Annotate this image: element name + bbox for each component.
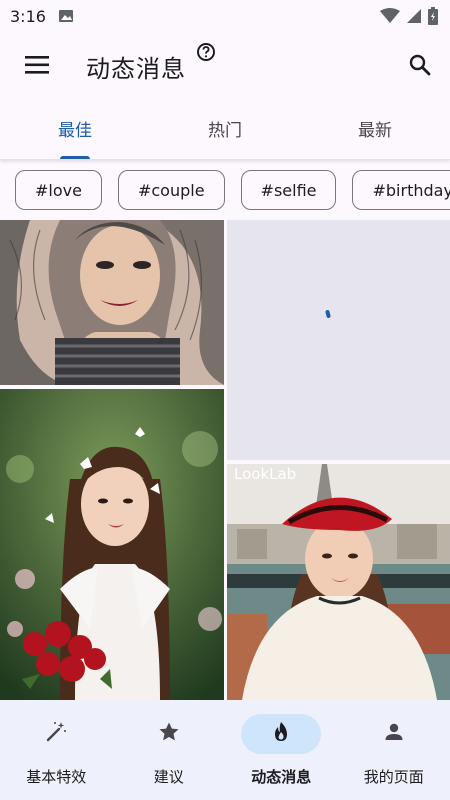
nav-basic-effects[interactable]: 基本特效 (0, 700, 113, 800)
nav-label: 基本特效 (26, 768, 87, 786)
nav-icon-container (16, 714, 96, 754)
chip-couple[interactable]: #couple (117, 170, 225, 210)
nav-label: 建议 (153, 768, 184, 786)
watermark-label: LookLab (234, 465, 297, 483)
nav-icon-container (354, 714, 434, 754)
nav-icon-container (129, 714, 209, 754)
page-title: 动态消息 (86, 55, 186, 83)
menu-icon[interactable] (22, 52, 52, 78)
nav-label: 动态消息 (251, 768, 312, 786)
bottom-navigation: 基本特效 建议 动态消息 我的页面 (0, 700, 450, 800)
help-icon[interactable] (196, 42, 216, 66)
status-bar: 3:16 (0, 0, 450, 32)
chip-love[interactable]: #love (15, 170, 102, 210)
magic-wand-icon (44, 720, 68, 748)
tab-latest[interactable]: 最新 (300, 98, 450, 159)
chip-birthday[interactable]: #birthday (352, 170, 450, 210)
feed-tabs: 最佳 热门 最新 (0, 98, 450, 160)
tab-label: 最佳 (58, 121, 92, 141)
feed-image-stylized-portrait[interactable] (0, 220, 224, 385)
signal-icon (406, 8, 422, 24)
star-icon (157, 720, 181, 748)
feed-image-loading[interactable] (227, 220, 450, 460)
status-time: 3:16 (10, 6, 46, 26)
wifi-icon (380, 8, 400, 24)
feed-image-roses-portrait[interactable] (0, 389, 224, 700)
feed-image-paris-portrait[interactable] (227, 464, 450, 700)
tab-best[interactable]: 最佳 (0, 98, 150, 159)
search-icon[interactable] (407, 52, 433, 82)
nav-label: 我的页面 (363, 768, 424, 786)
tab-hot[interactable]: 热门 (150, 98, 300, 159)
tab-label: 最新 (358, 121, 392, 141)
nav-my-page[interactable]: 我的页面 (338, 700, 450, 800)
nav-suggestions[interactable]: 建议 (113, 700, 226, 800)
fire-icon (269, 720, 293, 748)
chip-selfie[interactable]: #selfie (240, 170, 337, 210)
feed-grid: LookLab (0, 220, 450, 700)
person-icon (382, 720, 406, 748)
app-bar: 动态消息 (0, 32, 450, 98)
nav-icon-container (241, 714, 322, 754)
battery-icon (428, 7, 438, 25)
hashtag-chips: #love #couple #selfie #birthday (0, 170, 450, 210)
nav-feed[interactable]: 动态消息 (225, 700, 338, 800)
gallery-notification-icon (58, 8, 74, 24)
tab-label: 热门 (208, 121, 242, 141)
